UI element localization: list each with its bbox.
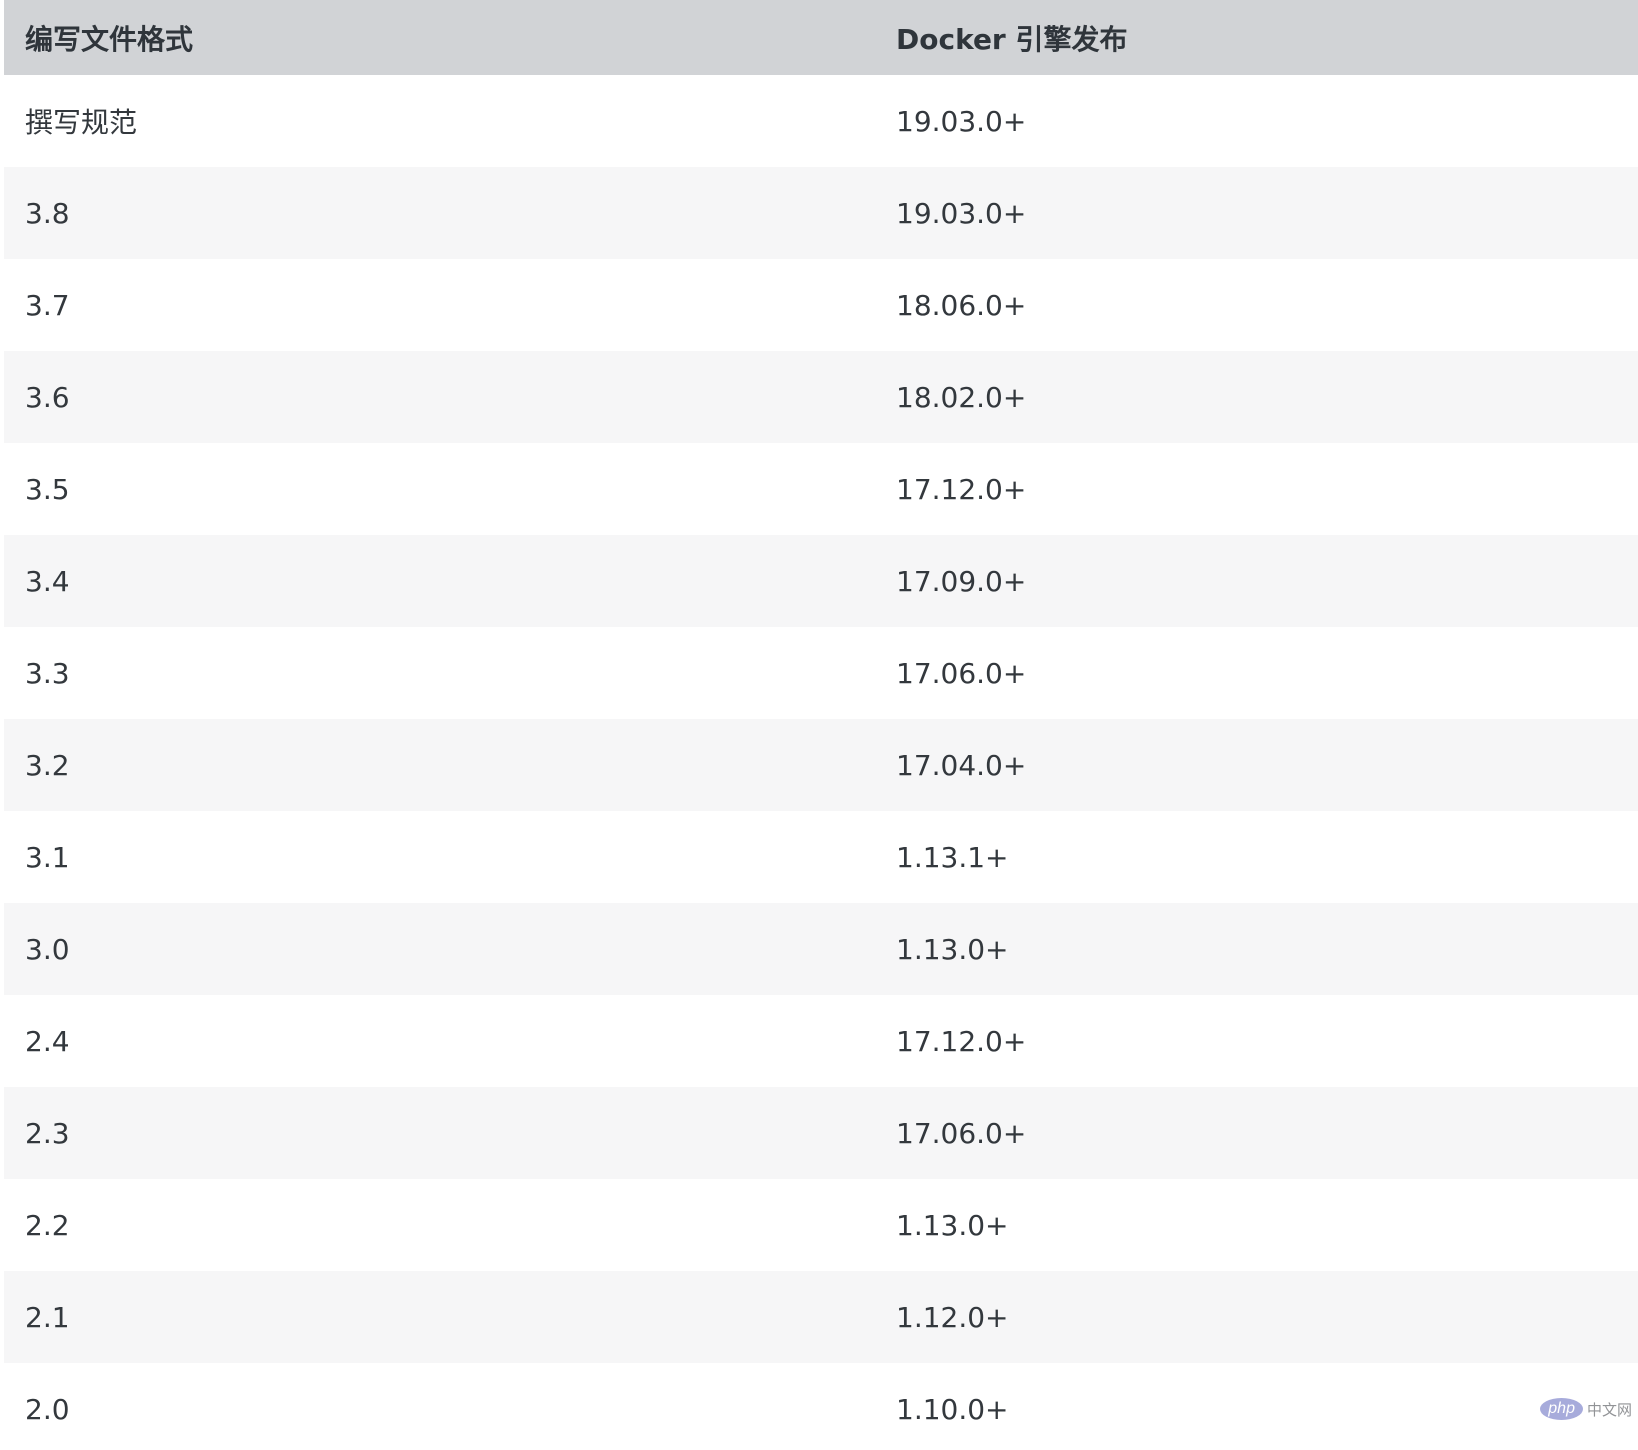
engine-version-cell: 1.13.0+ [896, 932, 1009, 966]
header-docker-engine-release: Docker 引擎发布 [896, 22, 1128, 56]
compose-version-cell: 撰写规范 [25, 106, 138, 139]
table-row: 2.4 17.12.0+ [4, 995, 1638, 1087]
engine-version-cell: 17.12.0+ [896, 1024, 1027, 1058]
table-row: 3.2 17.04.0+ [4, 719, 1638, 811]
engine-version-cell: 18.02.0+ [896, 380, 1027, 414]
compose-version-cell: 2.0 [25, 1392, 70, 1426]
engine-version-cell: 17.06.0+ [896, 656, 1027, 690]
table-row: 3.7 18.06.0+ [4, 259, 1638, 351]
compose-compatibility-table: 编写文件格式 Docker 引擎发布 撰写规范 19.03.0+ 3.8 19.… [4, 0, 1638, 1450]
compose-version-cell: 3.8 [25, 196, 70, 230]
header-row: 编写文件格式 Docker 引擎发布 [4, 0, 1638, 75]
compose-version-cell: 3.2 [25, 748, 70, 782]
compose-version-cell: 3.6 [25, 380, 70, 414]
table-row: 3.5 17.12.0+ [4, 443, 1638, 535]
compose-version-cell: 3.0 [25, 932, 70, 966]
engine-version-cell: 17.04.0+ [896, 748, 1027, 782]
table-row: 3.0 1.13.0+ [4, 903, 1638, 995]
table-row: 撰写规范 19.03.0+ [4, 75, 1638, 167]
compose-version-cell: 2.2 [25, 1208, 70, 1242]
compose-version-cell: 3.3 [25, 656, 70, 690]
engine-version-cell: 17.09.0+ [896, 564, 1027, 598]
watermark-text: 中文网 [1586, 1400, 1632, 1419]
compose-version-cell: 2.1 [25, 1300, 70, 1334]
engine-version-cell: 17.06.0+ [896, 1116, 1027, 1150]
compose-version-cell: 3.1 [25, 840, 70, 874]
engine-version-cell: 1.13.0+ [896, 1208, 1009, 1242]
site-watermark: php 中文网 [1540, 1398, 1632, 1420]
compose-version-cell: 3.5 [25, 472, 70, 506]
compose-compatibility-table-container: 编写文件格式 Docker 引擎发布 撰写规范 19.03.0+ 3.8 19.… [4, 0, 1638, 1450]
engine-version-cell: 19.03.0+ [896, 104, 1027, 138]
compose-version-cell: 2.4 [25, 1024, 70, 1058]
engine-version-cell: 17.12.0+ [896, 472, 1027, 506]
table-row: 3.1 1.13.1+ [4, 811, 1638, 903]
compose-version-cell: 3.7 [25, 288, 70, 322]
table-row: 2.3 17.06.0+ [4, 1087, 1638, 1179]
table-body: 撰写规范 19.03.0+ 3.8 19.03.0+ 3.7 18.06.0+ … [4, 75, 1638, 1450]
table-row: 2.0 1.10.0+ [4, 1363, 1638, 1450]
table-row: 2.2 1.13.0+ [4, 1179, 1638, 1271]
table-row: 3.4 17.09.0+ [4, 535, 1638, 627]
compose-version-cell: 3.4 [25, 564, 70, 598]
table-row: 2.1 1.12.0+ [4, 1271, 1638, 1363]
engine-version-cell: 1.12.0+ [896, 1300, 1009, 1334]
table-row: 3.3 17.06.0+ [4, 627, 1638, 719]
table-row: 3.6 18.02.0+ [4, 351, 1638, 443]
table-header: 编写文件格式 Docker 引擎发布 [4, 0, 1638, 75]
header-compose-file-format: 编写文件格式 [25, 22, 194, 56]
table-row: 3.8 19.03.0+ [4, 167, 1638, 259]
watermark-logo: php [1540, 1398, 1583, 1420]
engine-version-cell: 19.03.0+ [896, 196, 1027, 230]
engine-version-cell: 1.10.0+ [896, 1392, 1009, 1426]
engine-version-cell: 1.13.1+ [896, 840, 1009, 874]
engine-version-cell: 18.06.0+ [896, 288, 1027, 322]
compose-version-cell: 2.3 [25, 1116, 70, 1150]
